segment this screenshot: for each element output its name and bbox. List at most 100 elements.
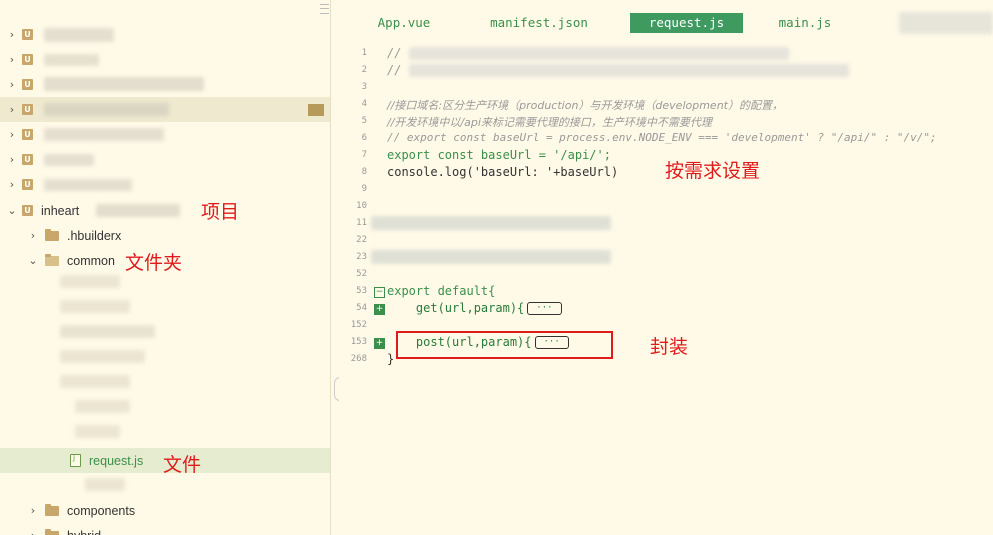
code-line: 9 [339,181,993,198]
line-number: 23 [356,252,367,262]
chevron-right-icon[interactable]: › [7,28,17,41]
project-icon: U [22,205,33,216]
tab-manifest-json[interactable]: manifest.json [479,13,599,33]
code-line: 5 //开发环境中以/api来标记需要代理的接口，生产环境中不需要代理 [339,113,993,130]
chevron-right-icon[interactable]: › [7,153,17,166]
code-line: 3 [339,79,993,96]
tree-row-project-7[interactable]: › U [0,172,330,197]
annotation-project: 项目 [201,201,240,223]
chevron-right-icon[interactable]: › [7,103,17,116]
code-text: export default{ [387,284,496,298]
code-text: } [387,352,395,366]
project-icon: U [22,29,33,40]
redacted-label [44,54,99,66]
code-line: 53 − export default{ [339,283,993,300]
annotation-file: 文件 [163,454,202,476]
chevron-right-icon[interactable]: › [28,504,38,517]
folder-icon [45,528,59,535]
line-number: 1 [361,48,367,58]
highlight-box [396,331,613,359]
tree-row-project-3[interactable]: › U [0,72,330,97]
line-number: 54 [356,303,367,313]
redacted-label [44,128,164,141]
project-icon: U [22,129,33,140]
code-line: 1 // [339,45,993,62]
redacted-file [75,400,130,413]
project-icon: U [22,79,33,90]
redacted-code [409,47,789,60]
folder-open-icon [45,253,59,266]
code-line: 23 [339,249,993,266]
expand-icon[interactable]: + [374,304,385,315]
collapse-icon[interactable]: − [374,287,385,298]
open-folder-icon[interactable] [308,104,324,116]
chevron-right-icon[interactable]: › [7,78,17,91]
line-number: 6 [361,133,367,143]
tree-row-project-4[interactable]: › U [0,97,330,122]
code-text: // export const baseUrl = process.env.NO… [387,131,937,144]
line-number: 152 [350,320,367,330]
tree-row-project-inheart[interactable]: ⌄ U inheart [0,198,330,223]
code-line: 22 [339,232,993,249]
code-text: get(url,param){ [387,301,525,315]
chevron-right-icon[interactable]: › [28,529,38,535]
tree-row-project-6[interactable]: › U [0,147,330,172]
redacted-file [75,425,120,438]
line-number: 53 [356,286,367,296]
js-file-icon [70,454,81,467]
annotation-configure: 按需求设置 [665,160,761,182]
annotation-wrap: 封装 [650,336,689,358]
chevron-right-icon[interactable]: › [28,229,38,242]
code-text: //接口域名:区分生产环境（production）与开发环境（developme… [387,99,783,112]
line-number: 2 [361,65,367,75]
folder-icon [45,503,59,516]
code-text: export const baseUrl = '/api/'; [387,148,611,162]
expand-icon[interactable]: + [374,338,385,349]
redacted-file [60,275,120,288]
chevron-down-icon[interactable]: ⌄ [7,204,17,217]
line-number: 8 [361,167,367,177]
line-number: 5 [361,116,367,126]
chevron-right-icon[interactable]: › [7,128,17,141]
folder-label: hybrid [67,529,101,535]
tree-row-hybrid[interactable]: › hybrid [0,523,330,535]
code-editor[interactable]: App.vue manifest.json request.js main.js… [339,0,993,535]
redacted-code [371,216,611,230]
project-icon: U [22,104,33,115]
folder-label: .hbuilderx [67,228,122,243]
chevron-down-icon[interactable]: ⌄ [28,254,38,267]
project-explorer: › U › U › U › U › U › U › U ⌄ U inheart … [0,0,331,535]
redacted-label [44,179,132,191]
tree-row-project-1[interactable]: › U [0,22,330,47]
line-number: 7 [361,150,367,160]
redacted-label [44,154,94,166]
menu-icon[interactable] [320,4,329,14]
redacted-code [409,64,849,77]
tab-request-js[interactable]: request.js [630,13,743,33]
redacted-file [60,375,130,388]
tree-row-components[interactable]: › components [0,498,330,523]
code-line: 10 [339,198,993,215]
folded-code-placeholder[interactable]: ··· [527,302,562,315]
tree-row-project-2[interactable]: › U [0,47,330,72]
tab-app-vue[interactable]: App.vue [359,13,449,33]
tree-row-hbuilderx[interactable]: › .hbuilderx [0,223,330,248]
line-number: 52 [356,269,367,279]
folder-label: components [67,503,136,518]
chevron-right-icon[interactable]: › [7,53,17,66]
project-name: inheart [41,203,80,218]
project-icon: U [22,179,33,190]
line-number: 10 [356,201,367,211]
tab-main-js[interactable]: main.js [769,13,841,33]
code-line: 6 // export const baseUrl = process.env.… [339,130,993,147]
code-line: 4 //接口域名:区分生产环境（production）与开发环境（develop… [339,96,993,113]
line-number: 11 [356,218,367,228]
redacted-label [44,28,114,42]
file-label: request.js [89,453,144,468]
code-text: // [387,46,402,60]
folder-icon [45,228,59,241]
tree-row-project-5[interactable]: › U [0,122,330,147]
line-number: 3 [361,82,367,92]
redacted-tab [899,12,993,34]
chevron-right-icon[interactable]: › [7,178,17,191]
